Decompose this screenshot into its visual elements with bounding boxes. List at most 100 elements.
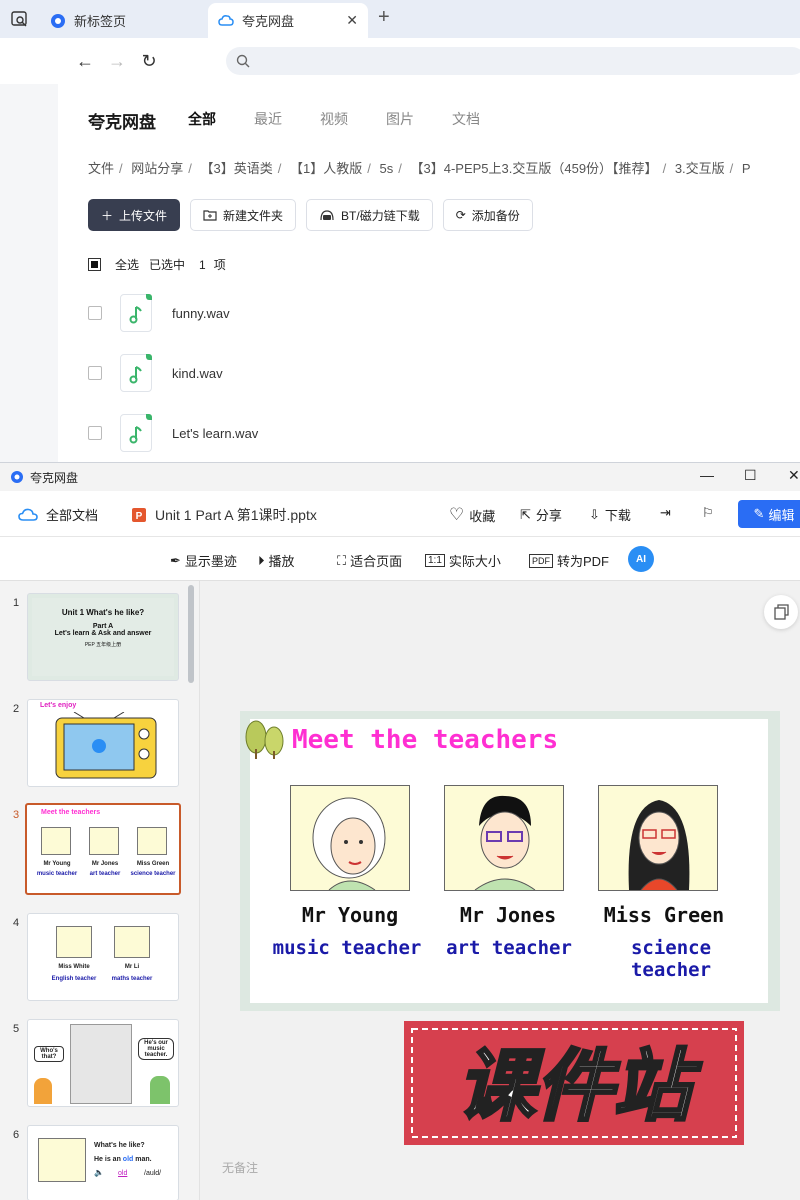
teacher-portrait-2 <box>444 785 564 891</box>
maximize-icon[interactable]: ☐ <box>744 467 757 484</box>
file-checkbox[interactable] <box>88 306 102 320</box>
close-window-icon[interactable]: ✕ <box>788 467 800 484</box>
play-label: 播放 <box>268 554 295 569</box>
favorite-button[interactable]: ♡ 收藏 <box>449 505 495 525</box>
tab-label: 夸克网盘 <box>242 14 295 29</box>
teacher-name: Mr Young <box>301 903 399 927</box>
file-row[interactable]: kind.wav <box>88 353 223 393</box>
crumb-item[interactable]: 5s <box>380 161 394 176</box>
ink-label: 显示墨迹 <box>184 554 237 569</box>
thumbnail-slide-5[interactable]: Who's that? He's our music teacher. <box>27 1019 179 1107</box>
thumb-number: 3 <box>13 809 20 821</box>
ai-assistant-button[interactable]: AI <box>628 546 654 572</box>
file-title: P Unit 1 Part A 第1课时.pptx <box>131 505 317 525</box>
crumb-item[interactable]: 网站分享 <box>131 161 183 176</box>
download-button[interactable]: ⇩ 下载 <box>589 505 631 524</box>
to-pdf-button[interactable]: PDF 转为PDF <box>529 551 609 570</box>
viewer-title-bar: 夸克网盘 — ☐ ✕ <box>0 463 800 491</box>
copy-icon[interactable] <box>764 595 798 629</box>
crumb-item[interactable]: 3.交互版 <box>675 161 725 176</box>
watermark-text: 课件站 <box>457 1042 702 1132</box>
thumb-text: What's he like? <box>94 1142 145 1149</box>
crumb-item[interactable]: 【3】英语类 <box>201 161 273 176</box>
cloud-icon <box>18 508 38 521</box>
teacher-portrait-3 <box>598 785 718 891</box>
reload-icon[interactable]: ↻ <box>138 50 160 72</box>
actual-size-button[interactable]: 1:1 实际大小 <box>425 551 501 570</box>
play-button[interactable]: ⏵ 播放 <box>258 551 295 570</box>
file-checkbox[interactable] <box>88 366 102 380</box>
crumb-item[interactable]: 【3】4-PEP5上3.交互版（459份）【推荐】 <box>410 161 657 176</box>
file-row[interactable]: funny.wav <box>88 293 230 333</box>
forward-icon[interactable]: → <box>106 50 128 72</box>
thumb-number: 6 <box>13 1129 20 1141</box>
new-tab-button[interactable]: + <box>378 6 390 29</box>
thumb-title: Unit 1 What's he like? <box>61 608 145 617</box>
quark-logo-icon <box>51 13 65 28</box>
drive-page: 夸克网盘 全部 最近 视频 图片 文档 文件 / 网站分享 / 【3】英语类 / 【1… <box>0 84 800 462</box>
action-bar: ＋ 上传文件 新建文件夹 BT/磁力链下载 ⟳ 添加备份 <box>88 199 533 231</box>
teacher-name: Mr Jones <box>459 903 557 927</box>
thumbnail-slide-3[interactable]: Meet the teachers Mr Young Mr Jones Miss… <box>25 803 181 895</box>
upload-button[interactable]: ＋ 上传文件 <box>88 199 181 231</box>
thumb-title: Meet the teachers <box>41 809 101 816</box>
tab-search-icon[interactable] <box>10 9 30 29</box>
slide-thumbnails: 1 Unit 1 What's he like? Part A Let's le… <box>0 581 200 1200</box>
tab-new-tab[interactable]: 新标签页 <box>40 3 205 38</box>
thumb-sub: Let's learn & Ask and answer <box>54 630 152 637</box>
add-backup-button[interactable]: ⟳ 添加备份 <box>442 199 533 231</box>
crumb-item[interactable]: 文件 <box>88 161 114 176</box>
edit-label: 编辑 <box>768 507 795 523</box>
file-name[interactable]: funny.wav <box>172 306 230 321</box>
crumb-item[interactable]: 【1】人教版 <box>290 161 362 176</box>
thumb-name: Mr Jones <box>91 861 119 867</box>
file-name[interactable]: kind.wav <box>172 366 223 381</box>
slide-canvas: Meet the teachers Mr Young Mr Jones Miss… <box>245 719 768 1003</box>
teacher-portrait-1 <box>290 785 410 891</box>
thumb-scrollbar[interactable] <box>188 585 194 683</box>
viewer-window-title: 夸克网盘 <box>30 470 79 485</box>
new-folder-button[interactable]: 新建文件夹 <box>190 199 297 231</box>
nav-docs[interactable]: 文档 <box>452 109 480 129</box>
share-label: 分享 <box>535 508 562 523</box>
thumb-sub: PEP 五年级上册 <box>84 642 122 648</box>
thumbnail-slide-6[interactable]: What's he like? He is an old man. old /a… <box>27 1125 179 1200</box>
nav-images[interactable]: 图片 <box>386 109 414 129</box>
thumbnail-slide-2[interactable]: Let's enjoy <box>27 699 179 787</box>
tab-close-icon[interactable]: ✕ <box>346 12 358 29</box>
share-button[interactable]: ⇱ 分享 <box>520 505 562 524</box>
nav-all[interactable]: 全部 <box>188 109 216 129</box>
edit-button[interactable]: ✎ 编辑 <box>738 500 800 528</box>
crumb-item[interactable]: P <box>742 161 751 176</box>
thumb-role: music teacher <box>36 871 78 877</box>
fit-page-button[interactable]: ⛶ 适合页面 <box>337 551 402 570</box>
thumb-role: maths teacher <box>111 976 153 982</box>
thumb-number: 4 <box>13 917 20 929</box>
select-all-checkbox[interactable] <box>88 258 101 271</box>
drive-content: 夸克网盘 全部 最近 视频 图片 文档 文件 / 网站分享 / 【3】英语类 / 【1… <box>58 84 800 462</box>
file-name[interactable]: Let's learn.wav <box>172 426 258 441</box>
tab-quark-drive[interactable]: 夸克网盘 ✕ <box>208 3 368 38</box>
bt-download-button[interactable]: BT/磁力链下载 <box>306 199 433 231</box>
thumbnail-slide-1[interactable]: Unit 1 What's he like? Part A Let's lear… <box>27 593 179 681</box>
nav-video[interactable]: 视频 <box>320 109 348 129</box>
download-label: 下载 <box>604 508 631 523</box>
thumbnail-slide-4[interactable]: Miss White Mr Li English teacher maths t… <box>27 913 179 1001</box>
breadcrumb: 文件 / 网站分享 / 【3】英语类 / 【1】人教版/ 5s / 【3】4-PEP5上… <box>88 161 751 176</box>
feedback-icon[interactable]: ⚐ <box>702 505 714 521</box>
trees-icon <box>245 720 284 759</box>
minimize-icon[interactable]: — <box>700 467 714 483</box>
all-docs-button[interactable]: 全部文档 <box>18 505 98 524</box>
move-icon[interactable]: ⇥ <box>660 505 671 521</box>
select-all-label[interactable]: 全选 <box>115 256 139 273</box>
file-name-label: Unit 1 Part A 第1课时.pptx <box>155 507 317 523</box>
selection-row: 全选 已选中 1 项 <box>88 256 232 273</box>
show-ink-button[interactable]: ✒ 显示墨迹 <box>170 551 237 570</box>
address-input[interactable] <box>226 47 800 75</box>
nav-recent[interactable]: 最近 <box>254 109 282 129</box>
svg-text:P: P <box>136 511 143 522</box>
thumb-role: English teacher <box>51 976 97 982</box>
back-icon[interactable]: ← <box>74 50 96 72</box>
file-row[interactable]: Let's learn.wav <box>88 413 258 453</box>
file-checkbox[interactable] <box>88 426 102 440</box>
